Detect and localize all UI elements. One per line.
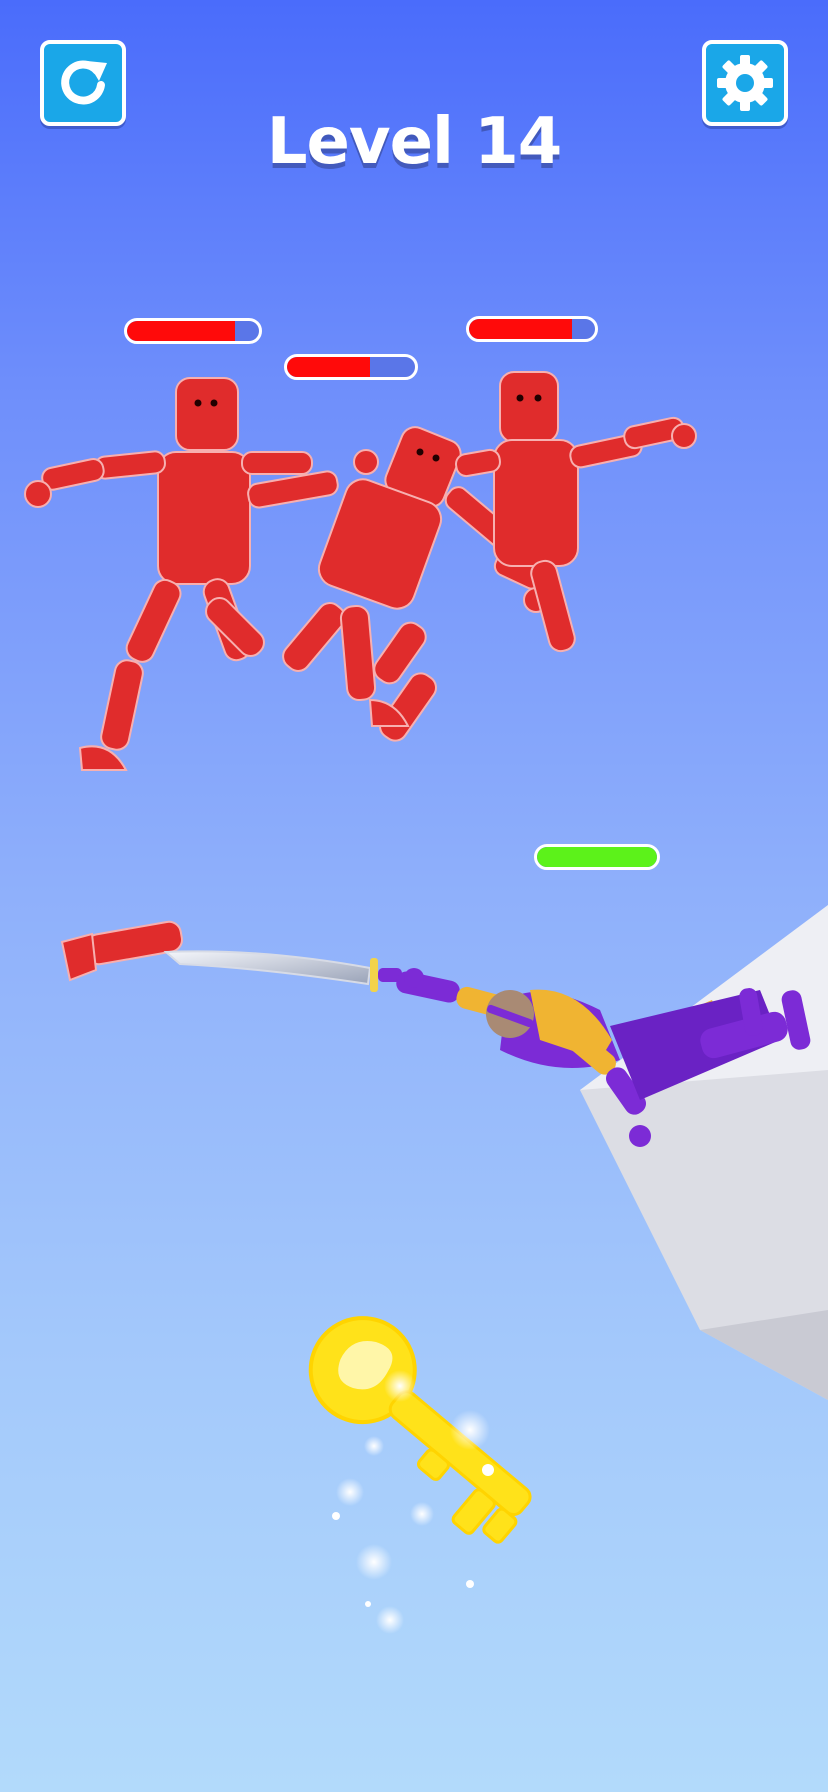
- game-scene: [24, 371, 828, 1634]
- cliff: [580, 905, 828, 1400]
- severed-limb: [60, 920, 183, 982]
- sword: [163, 950, 402, 992]
